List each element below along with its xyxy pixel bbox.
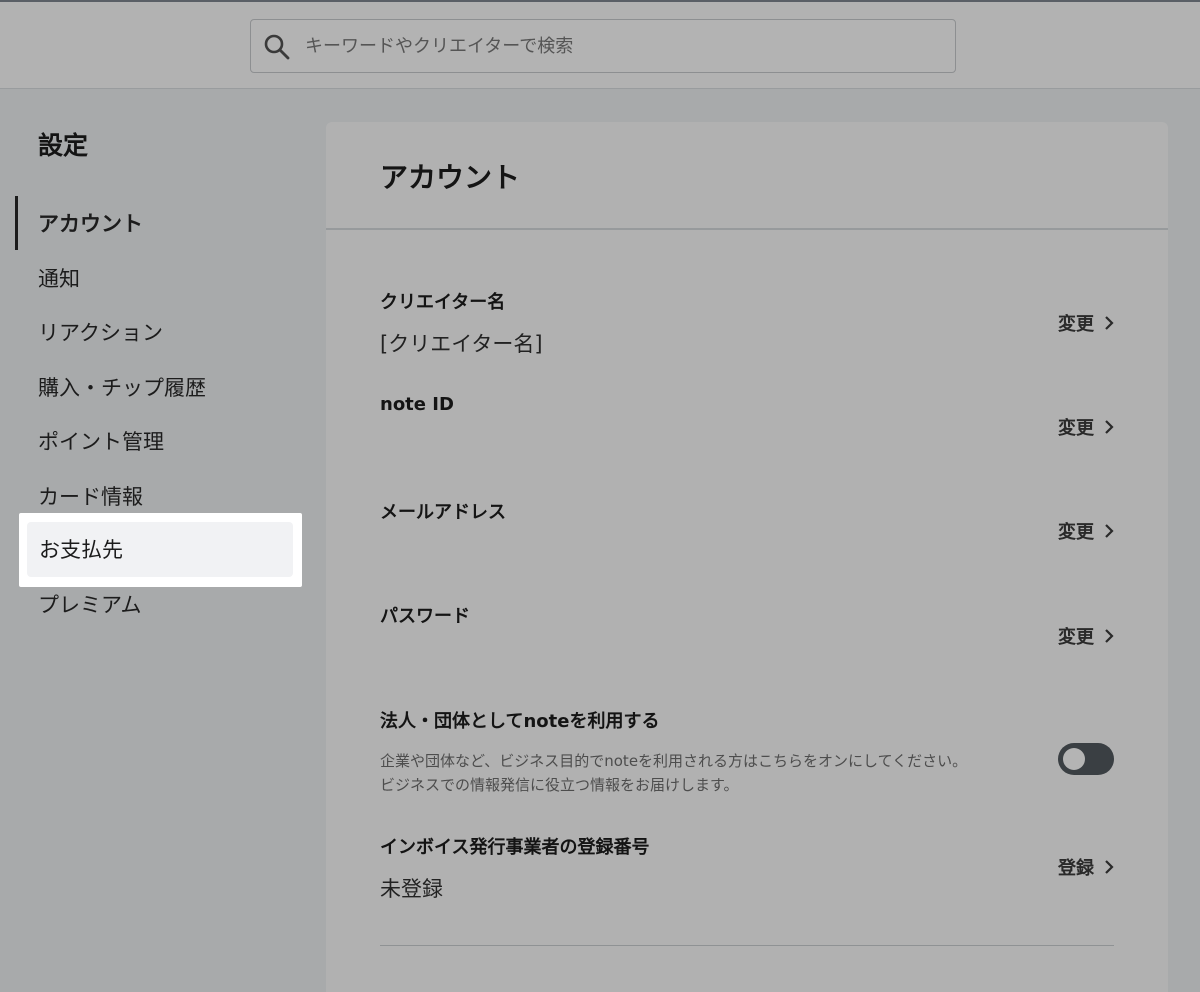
change-label: 変更 [1058,627,1094,648]
sidebar-item-card-info[interactable]: カード情報 [38,481,143,511]
account-settings-card: アカウント クリエイター名 [クリエイター名] 変更 note ID 変更 メー… [326,122,1168,992]
sidebar-item-payee-highlight[interactable]: お支払先 [19,513,302,587]
search-icon [264,34,290,60]
sidebar-item-account[interactable]: アカウント [38,208,143,238]
sidebar-item-points[interactable]: ポイント管理 [38,426,164,456]
change-label: 変更 [1058,522,1094,543]
corporate-use-label: 法人・団体としてnoteを利用する [380,711,660,732]
note-id-label: note ID [380,394,454,415]
search-box[interactable] [250,19,956,73]
search-input[interactable] [305,20,945,72]
card-header: アカウント [326,122,1168,230]
chevron-right-icon [1105,524,1114,538]
active-indicator [15,196,18,250]
password-label: パスワード [380,606,470,627]
chevron-right-icon [1105,420,1114,434]
sidebar-item-purchase-history[interactable]: 購入・チップ履歴 [38,372,206,402]
register-label: 登録 [1058,858,1094,879]
corporate-use-row: 法人・団体としてnoteを利用する 企業や団体など、ビジネス目的でnoteを利用… [380,707,1114,802]
top-bar [0,0,1200,89]
corporate-use-toggle[interactable] [1058,743,1114,775]
sidebar-item-notifications[interactable]: 通知 [38,263,80,293]
creator-name-label: クリエイター名 [380,292,506,313]
change-email-button[interactable]: 変更 [1058,518,1114,544]
invoice-row: インボイス発行事業者の登録番号 未登録 登録 [380,833,1114,903]
divider [380,945,1114,946]
corporate-use-desc-1: 企業や団体など、ビジネス目的でnoteを利用される方はこちらをオンにしてください… [380,752,968,770]
change-password-button[interactable]: 変更 [1058,623,1114,649]
register-invoice-button[interactable]: 登録 [1058,854,1114,880]
chevron-right-icon [1105,860,1114,874]
chevron-right-icon [1105,629,1114,643]
email-label: メールアドレス [380,502,506,523]
creator-name-row: クリエイター名 [クリエイター名] 変更 [380,288,1114,358]
change-label: 変更 [1058,418,1094,439]
note-id-row: note ID 変更 [380,394,1114,454]
invoice-value: 未登録 [380,877,443,901]
creator-name-value: [クリエイター名] [380,332,543,356]
invoice-label: インボイス発行事業者の登録番号 [380,837,650,858]
change-label: 変更 [1058,314,1094,335]
settings-title: 設定 [38,131,89,160]
change-creator-name-button[interactable]: 変更 [1058,310,1114,336]
chevron-right-icon [1105,316,1114,330]
sidebar-item-premium[interactable]: プレミアム [38,589,142,619]
page-title: アカウント [380,161,521,194]
email-row: メールアドレス 変更 [380,498,1114,558]
toggle-knob [1063,748,1085,770]
corporate-use-desc-2: ビジネスでの情報発信に役立つ情報をお届けします。 [380,776,739,794]
sidebar-item-reactions[interactable]: リアクション [38,317,163,347]
password-row: パスワード 変更 [380,602,1114,662]
change-note-id-button[interactable]: 変更 [1058,414,1114,440]
sidebar-item-payee[interactable]: お支払先 [39,534,123,564]
